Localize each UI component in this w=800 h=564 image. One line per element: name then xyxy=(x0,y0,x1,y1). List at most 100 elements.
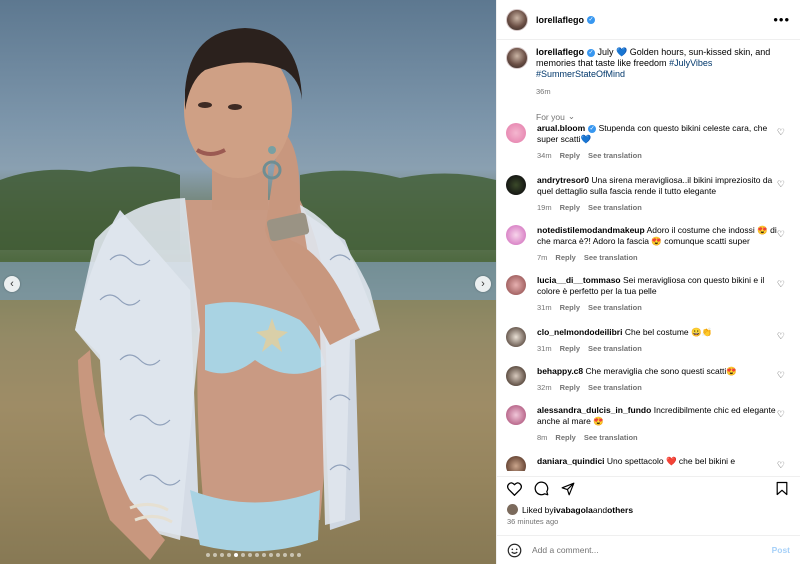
likes-others-link[interactable]: others xyxy=(607,505,633,515)
comment-input[interactable] xyxy=(532,545,772,555)
sort-label: For you xyxy=(536,111,565,122)
comment-like-heart-icon[interactable]: ♡ xyxy=(777,331,785,342)
carousel-indicator xyxy=(206,553,301,557)
reply-button[interactable]: Reply xyxy=(560,203,580,212)
comment-composer: Post xyxy=(497,535,800,564)
carousel-dot xyxy=(262,553,266,557)
see-translation-button[interactable]: See translation xyxy=(584,253,638,262)
commenter-avatar[interactable] xyxy=(506,275,526,295)
commenter-avatar[interactable] xyxy=(506,366,526,386)
comment-timestamp: 34m xyxy=(537,151,552,160)
comment-like-heart-icon[interactable]: ♡ xyxy=(777,179,785,190)
carousel-dot xyxy=(213,553,217,557)
see-translation-button[interactable]: See translation xyxy=(588,383,642,392)
comment-body: behappy.c8 Che meraviglia che sono quest… xyxy=(537,366,777,393)
commenter-username[interactable]: arual.bloom xyxy=(537,123,585,133)
comment-item: lucia__di__tommaso Sei meravigliosa con … xyxy=(506,275,791,313)
commenter-avatar[interactable] xyxy=(506,456,526,471)
see-translation-button[interactable]: See translation xyxy=(588,151,642,160)
post-photo: ‹ › xyxy=(0,0,496,564)
carousel-dot xyxy=(234,553,238,557)
commenter-avatar[interactable] xyxy=(506,327,526,347)
comment-item: alessandra_dulcis_in_fundo Incredibilmen… xyxy=(506,405,791,443)
comment-like-heart-icon[interactable]: ♡ xyxy=(777,127,785,138)
comment-item: daniara_quindici Uno spettacolo ❤️ che b… xyxy=(506,456,791,471)
post-timestamp: 36 minutes ago xyxy=(507,517,559,526)
comment-like-heart-icon[interactable]: ♡ xyxy=(777,279,785,290)
comment-text: Che bel costume 😀👏 xyxy=(624,327,713,337)
comment-body: clo_nelmondodeilibri Che bel costume 😀👏 3… xyxy=(537,327,777,354)
reply-button[interactable]: Reply xyxy=(560,151,580,160)
comment-like-heart-icon[interactable]: ♡ xyxy=(777,229,785,240)
comment-timestamp: 32m xyxy=(537,383,552,392)
post-comment-button[interactable]: Post xyxy=(772,545,790,555)
next-slide-button[interactable]: › xyxy=(475,276,491,292)
likes-summary: Liked by ivabagola and others xyxy=(507,504,633,515)
see-translation-button[interactable]: See translation xyxy=(588,303,642,312)
comment-item: behappy.c8 Che meraviglia che sono quest… xyxy=(506,366,791,393)
commenter-username[interactable]: andrytresor0 xyxy=(537,175,589,185)
post-detail-panel: lorellaflego ✓ ••• lorellaflego ✓ July 💙 … xyxy=(496,0,800,564)
comment-meta: 31m Reply See translation xyxy=(537,343,777,354)
comment-item: clo_nelmondodeilibri Che bel costume 😀👏 3… xyxy=(506,327,791,354)
bookmark-icon[interactable] xyxy=(776,481,788,496)
carousel-dot xyxy=(241,553,245,557)
previous-slide-button[interactable]: ‹ xyxy=(4,276,20,292)
comment-meta: 32m Reply See translation xyxy=(537,382,777,393)
reply-button[interactable]: Reply xyxy=(560,383,580,392)
see-translation-button[interactable]: See translation xyxy=(588,344,642,353)
author-avatar[interactable] xyxy=(506,8,528,31)
see-translation-button[interactable]: See translation xyxy=(588,203,642,212)
comment-text: Uno spettacolo ❤️ che bel bikini e xyxy=(606,456,736,466)
more-options-icon[interactable]: ••• xyxy=(773,12,790,27)
commenter-avatar[interactable] xyxy=(506,175,526,195)
see-translation-button[interactable]: See translation xyxy=(584,433,638,442)
like-heart-icon[interactable] xyxy=(507,481,522,496)
commenter-avatar[interactable] xyxy=(506,123,526,143)
commenter-avatar[interactable] xyxy=(506,405,526,425)
commenter-avatar[interactable] xyxy=(506,225,526,245)
comment-like-heart-icon[interactable]: ♡ xyxy=(777,460,785,471)
comment-like-heart-icon[interactable]: ♡ xyxy=(777,409,785,420)
comment-timestamp: 19m xyxy=(537,203,552,212)
reply-button[interactable]: Reply xyxy=(560,303,580,312)
verified-badge-icon: ✓ xyxy=(587,48,596,57)
comment-body: daniara_quindici Uno spettacolo ❤️ che b… xyxy=(537,456,777,471)
comment-bubble-icon[interactable] xyxy=(534,481,549,496)
commenter-username[interactable]: alessandra_dulcis_in_fundo xyxy=(537,405,651,415)
comment-timestamp: 7m xyxy=(537,253,548,262)
emoji-icon[interactable] xyxy=(507,543,522,558)
commenter-username[interactable]: daniara_quindici xyxy=(537,456,605,466)
liker-avatar[interactable] xyxy=(507,504,518,515)
carousel-dot xyxy=(220,553,224,557)
carousel-dot xyxy=(206,553,210,557)
photo-illustration xyxy=(0,28,496,564)
comment-body: lucia__di__tommaso Sei meravigliosa con … xyxy=(537,275,777,313)
comment-timestamp: 31m xyxy=(537,344,552,353)
comment-item: andrytresor0 Una sirena meravigliosa..il… xyxy=(506,175,791,213)
comment-meta: 34m Reply See translation xyxy=(537,150,777,161)
comment-like-heart-icon[interactable]: ♡ xyxy=(777,370,785,381)
commenter-username[interactable]: behappy.c8 xyxy=(537,366,583,376)
reply-button[interactable]: Reply xyxy=(555,253,575,262)
reply-button[interactable]: Reply xyxy=(560,344,580,353)
commenter-username[interactable]: notedistilemodandmakeup xyxy=(537,225,645,235)
author-username[interactable]: lorellaflego xyxy=(536,15,584,25)
hashtag-link[interactable]: #SummerStateOfMind xyxy=(536,69,625,79)
hashtag-link[interactable]: #JulyVibes xyxy=(669,58,712,68)
caption-author-avatar[interactable] xyxy=(506,47,528,69)
reply-button[interactable]: Reply xyxy=(555,433,575,442)
comment-sort-dropdown[interactable]: For you ⌄ xyxy=(536,111,800,122)
comment-meta: 7m Reply See translation xyxy=(537,252,777,263)
caption-timestamp: 36m xyxy=(536,87,551,96)
comment-body: arual.bloom ✓ Stupenda con questo bikini … xyxy=(537,123,777,161)
carousel-dot xyxy=(248,553,252,557)
liker-username[interactable]: ivabagola xyxy=(554,505,593,515)
comments-scroll-area[interactable]: lorellaflego ✓ July 💙 Golden hours, sun-k… xyxy=(497,41,800,471)
commenter-username[interactable]: clo_nelmondodeilibri xyxy=(537,327,622,337)
commenter-username[interactable]: lucia__di__tommaso xyxy=(537,275,621,285)
share-send-icon[interactable] xyxy=(561,482,575,496)
caption-username[interactable]: lorellaflego xyxy=(536,47,584,57)
comment-body: andrytresor0 Una sirena meravigliosa..il… xyxy=(537,175,777,213)
comment-timestamp: 8m xyxy=(537,433,548,442)
